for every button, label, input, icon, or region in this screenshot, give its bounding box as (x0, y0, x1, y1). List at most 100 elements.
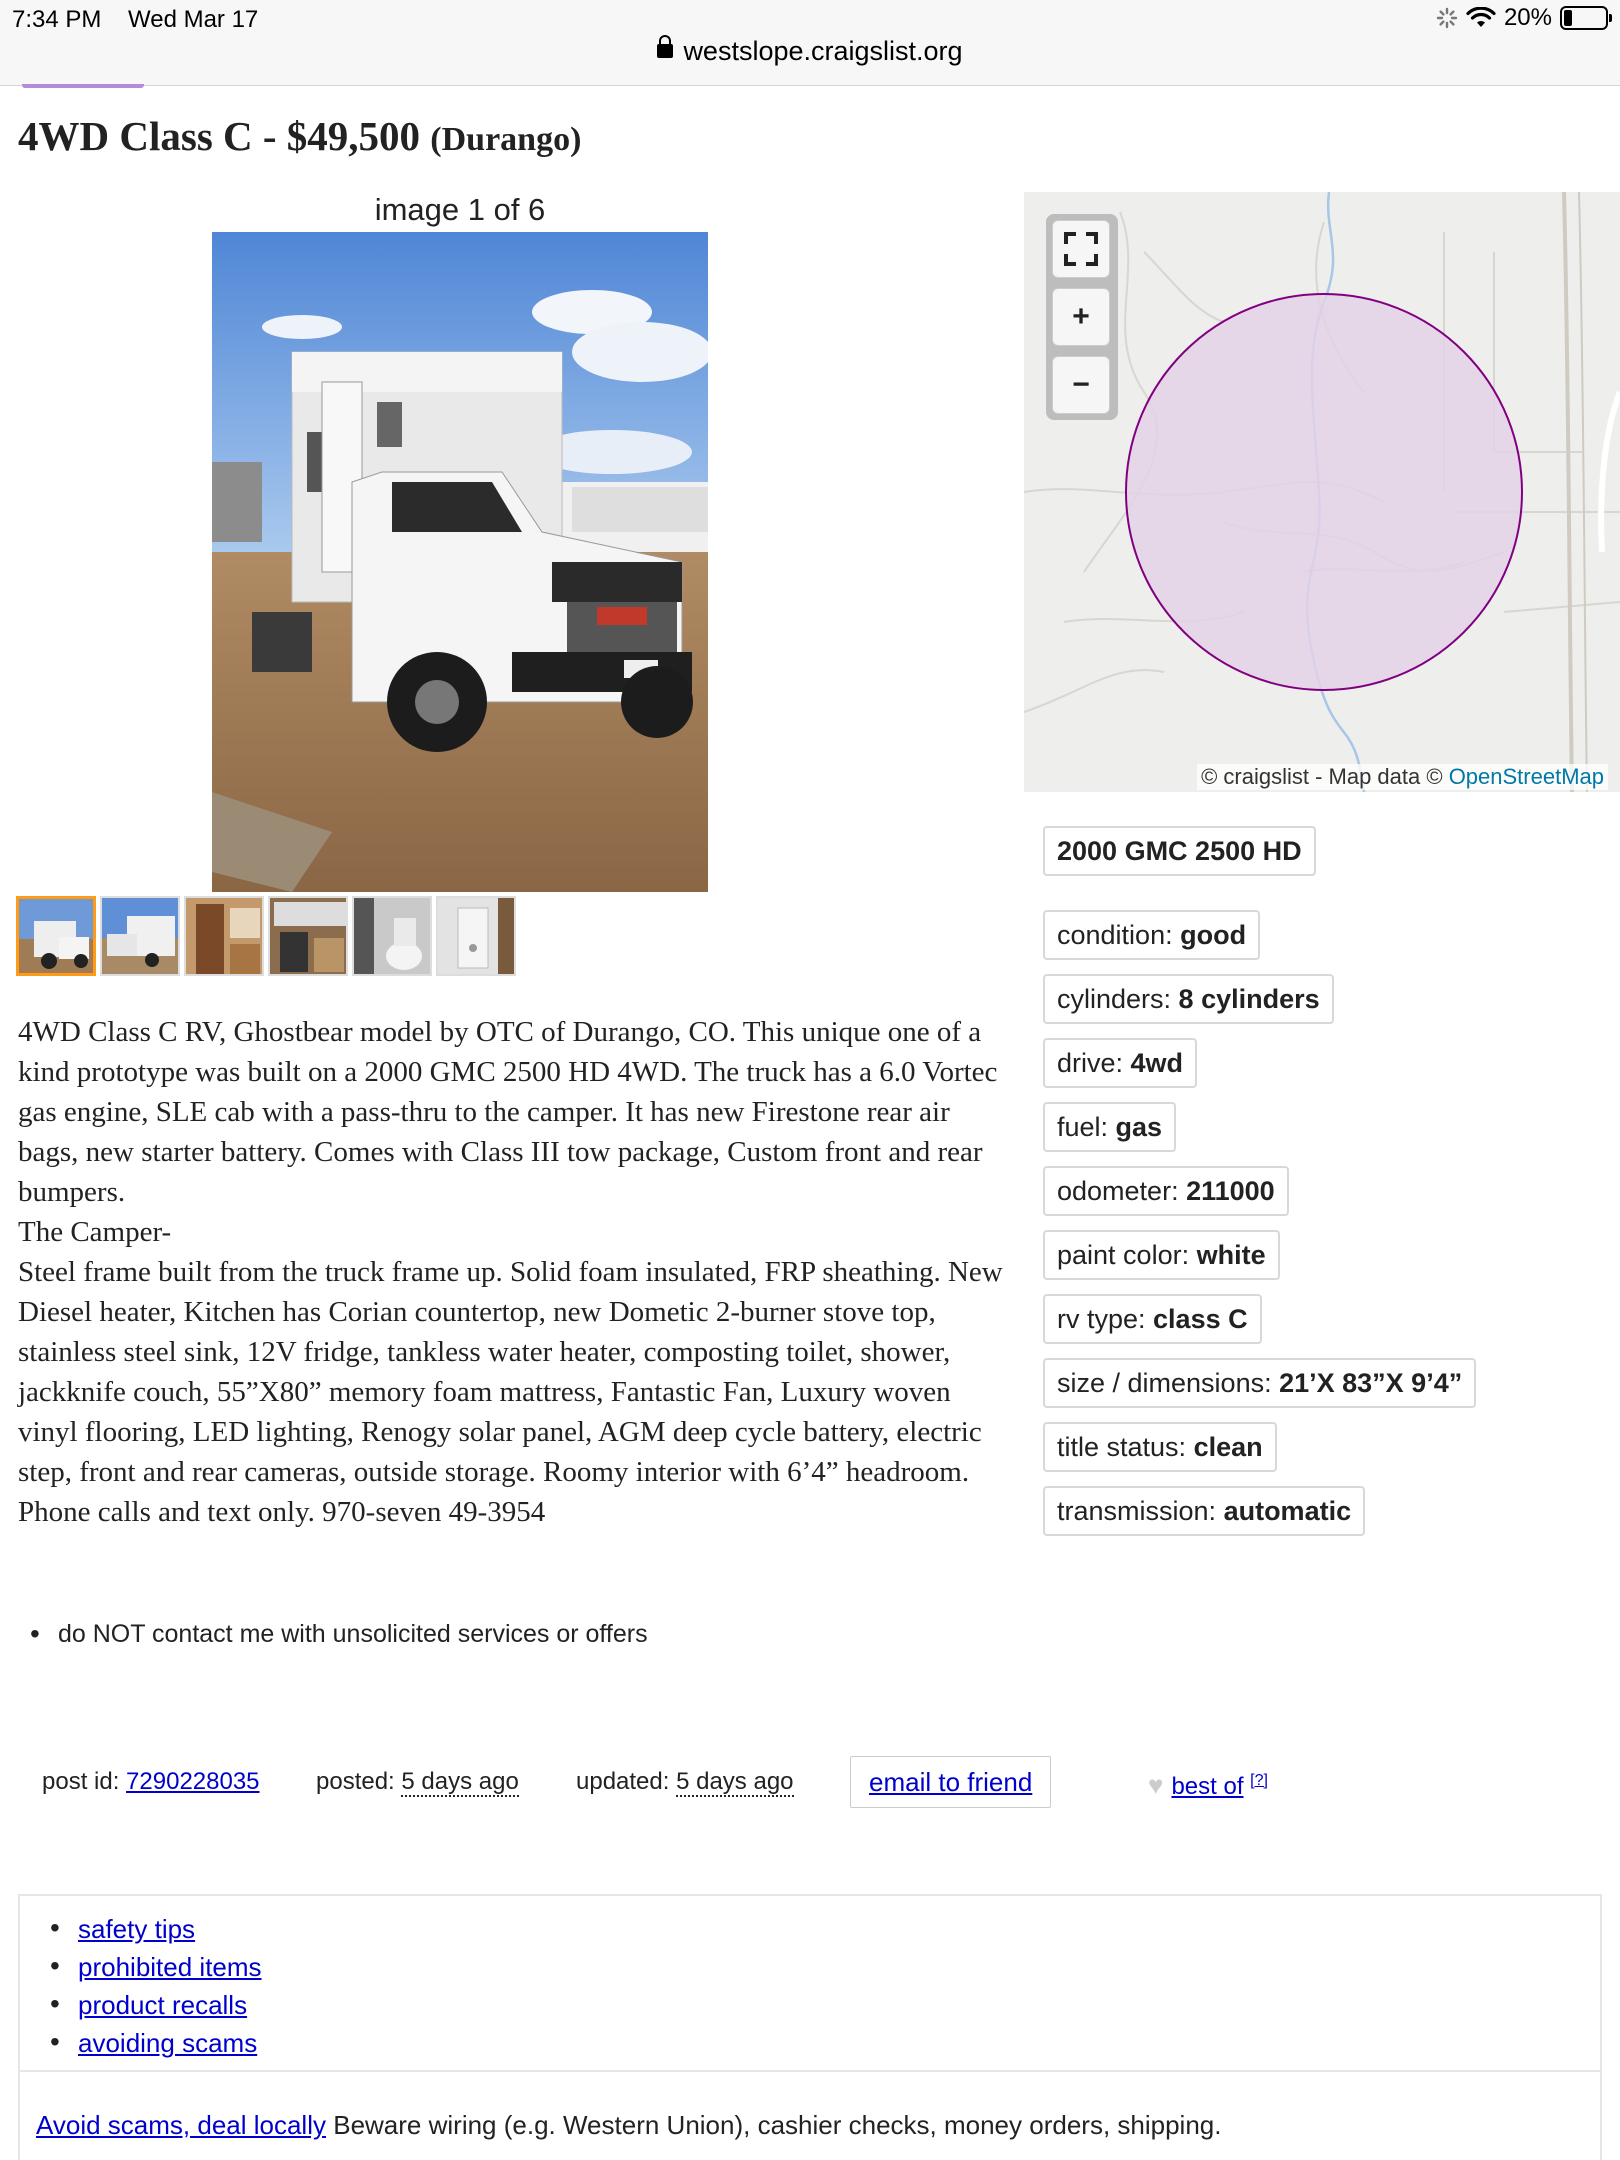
updated-date: updated: 5 days ago (576, 1768, 794, 1797)
battery-fill (1564, 10, 1572, 26)
attribute-label: paint color: (1057, 1240, 1197, 1270)
attribute-value: good (1180, 920, 1247, 950)
scam-warning: Avoid scams, deal locally Beware wiring … (36, 2110, 1221, 2141)
safety-link-item: safety tips (50, 1909, 262, 1948)
avoiding-scams-link[interactable]: avoiding scams (78, 2028, 257, 2058)
lock-icon (657, 34, 674, 58)
posting-body: 4WD Class C RV, Ghostbear model by OTC o… (18, 1012, 1010, 1532)
address-bar[interactable]: westslope.craigslist.org (0, 34, 1620, 67)
attribute-drive: drive: 4wd (1043, 1038, 1198, 1088)
openstreetmap-link[interactable]: OpenStreetMap (1449, 764, 1604, 789)
post-id: post id: 7290228035 (42, 1768, 260, 1796)
attribute-label: condition: (1057, 920, 1181, 950)
safety-link-item: prohibited items (50, 1947, 262, 1986)
attribute-label: transmission: (1057, 1496, 1224, 1526)
location-map[interactable]: + − © craigslist - Map data © OpenStreet… (1024, 192, 1620, 792)
attribute-label: title status: (1057, 1432, 1194, 1462)
map-attribution: © craigslist - Map data © OpenStreetMap (1197, 764, 1608, 790)
attribute-label: cylinders: (1057, 984, 1179, 1014)
map-controls: + − (1046, 214, 1118, 420)
description-paragraph: Steel frame built from the truck frame u… (18, 1256, 1003, 1528)
attribute-rv-type: rv type: class C (1043, 1294, 1262, 1344)
status-indicators: 20% (1436, 4, 1612, 32)
email-to-friend-button[interactable]: email to friend (850, 1756, 1052, 1808)
thumbnail-5-image (354, 898, 430, 974)
thumbnail-5[interactable] (352, 896, 432, 976)
thumbnail-2-image (102, 898, 178, 974)
thumbnail-3[interactable] (184, 896, 264, 976)
heart-icon[interactable]: ♥ (1148, 1770, 1163, 1801)
attribute-paint-color: paint color: white (1043, 1230, 1280, 1280)
safety-links: safety tips prohibited items product rec… (50, 1909, 262, 2062)
safety-tips-link[interactable]: safety tips (78, 1914, 195, 1944)
attribute-label: rv type: (1057, 1304, 1154, 1334)
best-of: ♥ best of [?] (1148, 1768, 1268, 1801)
description-paragraph: The Camper- (18, 1216, 172, 1248)
attribute-title-status: title status: clean (1043, 1422, 1277, 1472)
thumbnail-4-image (270, 898, 346, 974)
zoom-in-button[interactable]: + (1052, 288, 1110, 346)
activity-spinner-icon (1436, 7, 1458, 29)
thumbnail-2[interactable] (100, 896, 180, 976)
wifi-icon (1466, 7, 1496, 27)
notices-list: do NOT contact me with unsolicited servi… (30, 1618, 648, 1650)
thumbnail-1[interactable] (16, 896, 96, 976)
posted-label: posted: (316, 1768, 402, 1795)
description-paragraph: 4WD Class C RV, Ghostbear model by OTC o… (18, 1016, 998, 1208)
url-text: westslope.craigslist.org (683, 36, 963, 66)
thumbnail-6-image (438, 898, 514, 974)
post-info: post id: 7290228035 posted: 5 days ago u… (42, 1756, 1268, 1808)
thumbnail-strip (16, 896, 516, 976)
updated-value: 5 days ago (676, 1768, 794, 1797)
thumbnail-4[interactable] (268, 896, 348, 976)
best-of-link[interactable]: best of (1171, 1773, 1243, 1800)
thumbnail-3-image (186, 898, 262, 974)
attribute-cylinders: cylinders: 8 cylinders (1043, 974, 1334, 1024)
updated-label: updated: (576, 1768, 677, 1795)
attribute-value: 211000 (1186, 1176, 1275, 1206)
tab-indicator (22, 84, 144, 88)
status-bar: 7:34 PM Wed Mar 17 20% westslope.craigsl… (0, 0, 1620, 86)
posting-title-text: 4WD Class C - $49,500 (18, 113, 421, 159)
main-photo[interactable] (212, 232, 708, 892)
footer-safety-box: safety tips prohibited items product rec… (18, 1894, 1602, 2160)
attributes-group: 2000 GMC 2500 HD condition: good cylinde… (1043, 826, 1477, 1550)
avoid-scams-link[interactable]: Avoid scams, deal locally (36, 2110, 326, 2140)
posted-date: posted: 5 days ago (316, 1768, 519, 1797)
post-id-label: post id: (42, 1768, 127, 1795)
attribute-value: white (1196, 1240, 1266, 1270)
fullscreen-button[interactable] (1052, 220, 1110, 278)
post-id-link[interactable]: 7290228035 (126, 1768, 259, 1795)
attribute-odometer: odometer: 211000 (1043, 1166, 1289, 1216)
attribute-label: size / dimensions: (1057, 1368, 1280, 1398)
attribute-label: odometer: (1057, 1176, 1187, 1206)
attribute-value: 21’X 83”X 9’4” (1279, 1368, 1463, 1398)
battery-percent: 20% (1503, 4, 1552, 31)
attribute-value: 8 cylinders (1178, 984, 1320, 1014)
status-date: Wed Mar 17 (128, 6, 259, 33)
thumbnail-1-image (19, 899, 93, 973)
attribute-fuel: fuel: gas (1043, 1102, 1177, 1152)
attribute-value: automatic (1223, 1496, 1352, 1526)
notice-item: do NOT contact me with unsolicited servi… (30, 1618, 648, 1650)
posting-location: (Durango) (430, 121, 582, 158)
thumbnail-6[interactable] (436, 896, 516, 976)
fullscreen-icon (1064, 232, 1098, 266)
attribute-label: drive: (1057, 1048, 1131, 1078)
safety-link-item: avoiding scams (50, 2023, 262, 2062)
footer-divider (20, 2070, 1600, 2072)
map-attribution-text: © craigslist - Map data © (1201, 764, 1443, 789)
attribute-label: fuel: (1057, 1112, 1116, 1142)
prohibited-items-link[interactable]: prohibited items (78, 1952, 262, 1982)
product-recalls-link[interactable]: product recalls (78, 1990, 247, 2020)
attribute-value: class C (1153, 1304, 1248, 1334)
attribute-size-dimensions: size / dimensions: 21’X 83”X 9’4” (1043, 1358, 1477, 1408)
safety-link-item: product recalls (50, 1985, 262, 2024)
attribute-value: gas (1115, 1112, 1163, 1142)
scam-warning-text: Beware wiring (e.g. Western Union), cash… (326, 2110, 1222, 2140)
battery-icon (1560, 6, 1612, 30)
zoom-out-button[interactable]: − (1052, 356, 1110, 414)
attribute-value: 4wd (1130, 1048, 1184, 1078)
best-of-help-link[interactable]: [?] (1250, 1772, 1268, 1789)
image-counter: image 1 of 6 (374, 192, 546, 227)
